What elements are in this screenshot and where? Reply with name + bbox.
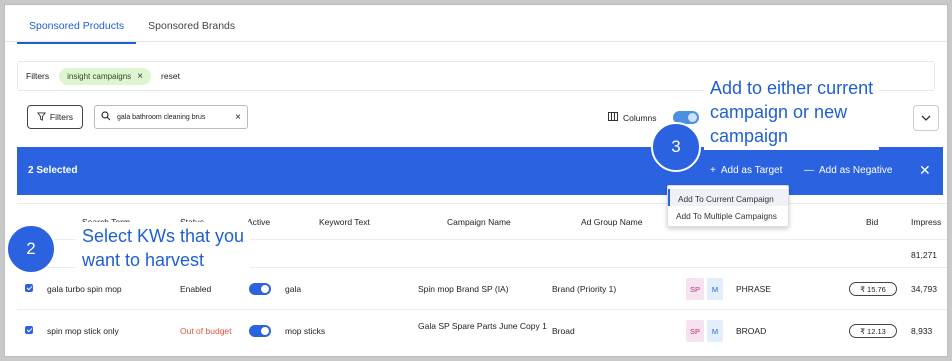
app-frame: Sponsored Products Sponsored Brands Filt… — [4, 4, 948, 357]
impressions: 8,933 — [911, 326, 933, 336]
total-impressions: 81,271 — [911, 250, 937, 260]
checkbox-icon — [25, 284, 33, 292]
col-ad-group-name[interactable]: Ad Group Name — [581, 217, 642, 227]
col-keyword-text[interactable]: Keyword Text — [319, 217, 370, 227]
row-checkbox[interactable] — [25, 284, 33, 294]
search-value: gala bathroom cleaning brus — [117, 113, 206, 121]
columns-button[interactable]: Columns — [608, 112, 657, 123]
selected-count: 2 Selected — [28, 165, 78, 176]
active-toggle[interactable] — [249, 325, 271, 337]
row-checkbox[interactable] — [25, 326, 33, 336]
search-icon — [101, 111, 111, 123]
step3-marker: 3 — [651, 122, 701, 172]
step3-line2: campaign or new — [710, 102, 848, 122]
add-as-target-label: Add as Target — [720, 165, 783, 176]
match-tag: M — [707, 320, 723, 342]
minus-icon: — — [804, 165, 814, 176]
reset-link[interactable]: reset — [161, 71, 180, 81]
step3-line1: Add to either current — [710, 78, 874, 98]
add-as-negative-label: Add as Negative — [819, 165, 893, 176]
filter-chip[interactable]: insight campaigns × — [59, 67, 152, 85]
columns-icon — [608, 112, 618, 123]
add-as-negative-button[interactable]: — Add as Negative — [804, 165, 892, 176]
step2-line1: Select KWs that you — [82, 226, 245, 246]
step2-marker: 2 — [6, 224, 56, 274]
close-icon[interactable]: × — [235, 112, 241, 123]
match-type: BROAD — [736, 326, 767, 336]
keyword-text: mop sticks — [285, 326, 326, 336]
plus-icon: + — [710, 165, 716, 176]
active-toggle[interactable] — [249, 283, 271, 295]
campaign-name[interactable]: Spin mop Brand SP (IA) — [418, 284, 509, 294]
chevron-down-icon[interactable] — [913, 105, 939, 131]
menu-item-add-current[interactable]: Add To Current Campaign — [668, 189, 788, 206]
tab-sponsored-brands[interactable]: Sponsored Brands — [136, 15, 247, 44]
tab-sponsored-products[interactable]: Sponsored Products — [17, 15, 137, 44]
filters-label: Filters — [26, 71, 50, 81]
col-bid[interactable]: Bid — [866, 217, 878, 227]
status: Enabled — [180, 284, 212, 294]
add-as-target-button[interactable]: + Add as Target — [710, 165, 782, 176]
step2-annotation: Select KWs that you want to harvest — [76, 222, 251, 274]
table-row: spin mop stick only Out of budget mop st… — [17, 309, 947, 351]
match-tag: M — [707, 278, 723, 300]
status: Out of budget — [180, 326, 232, 336]
columns-label: Columns — [623, 112, 657, 123]
col-active[interactable]: Active — [247, 217, 270, 227]
sp-tag: SP — [686, 278, 704, 300]
step3-annotation: Add to either current campaign or new ca… — [704, 74, 880, 150]
col-campaign-name[interactable]: Campaign Name — [447, 217, 511, 227]
selection-bar: 2 Selected + Add as Target — Add as Nega… — [17, 147, 943, 195]
add-target-menu: Add To Current Campaign Add To Multiple … — [667, 185, 789, 227]
campaign-name[interactable]: Gala SP Spare Parts June Copy 1 — [418, 320, 548, 332]
search-term: gala turbo spin mop — [47, 284, 122, 294]
step3-line3: campaign — [710, 126, 789, 146]
keyword-text: gala — [285, 284, 302, 294]
sp-tag: SP — [686, 320, 704, 342]
tab-bar: Sponsored Products Sponsored Brands — [17, 15, 247, 44]
search-input[interactable]: gala bathroom cleaning brus × — [94, 105, 248, 129]
filters-button-label: Filters — [49, 112, 74, 122]
ad-group-name[interactable]: Brand (Priority 1) — [552, 284, 616, 294]
match-type: PHRASE — [736, 284, 771, 294]
filter-chip-label: insight campaigns — [67, 71, 132, 81]
close-icon[interactable]: ✕ — [919, 162, 931, 179]
impressions: 34,793 — [911, 284, 937, 294]
menu-item-add-multiple[interactable]: Add To Multiple Campaigns — [668, 206, 788, 223]
filters-button[interactable]: Filters — [27, 105, 83, 129]
search-term: spin mop stick only — [47, 326, 119, 336]
step2-line2: want to harvest — [82, 250, 205, 270]
close-icon[interactable]: × — [137, 71, 143, 82]
filter-icon — [36, 111, 46, 123]
checkbox-icon — [25, 326, 33, 334]
tab-divider — [5, 41, 947, 42]
col-impressions[interactable]: Impress — [911, 217, 941, 227]
bid-input[interactable]: ₹ 15.76 — [849, 282, 897, 296]
ad-group-name[interactable]: Broad — [552, 326, 575, 336]
bid-input[interactable]: ₹ 12.13 — [849, 324, 897, 338]
